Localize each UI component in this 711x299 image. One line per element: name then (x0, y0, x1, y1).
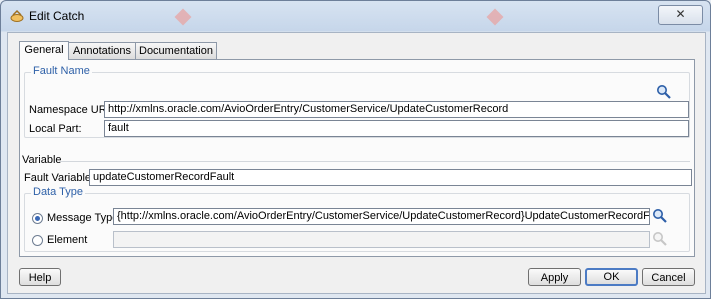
message-type-radio[interactable] (32, 213, 43, 224)
message-type-label: Message Type (47, 212, 119, 224)
window-title: Edit Catch (29, 9, 85, 23)
ok-button[interactable]: OK (585, 268, 638, 286)
title-bar[interactable]: Edit Catch ✕ (1, 1, 710, 31)
message-type-field[interactable]: {http://xmlns.oracle.com/AvioOrderEntry/… (113, 208, 650, 225)
message-type-browse-icon[interactable] (652, 208, 668, 224)
general-panel: Fault Name Namespace URI: http://xmlns.o… (19, 59, 695, 257)
help-button[interactable]: Help (19, 268, 61, 286)
data-type-group-label: Data Type (31, 186, 85, 198)
edit-catch-dialog: Edit Catch ✕ General Annotations Documen… (0, 0, 711, 299)
tab-documentation[interactable]: Documentation (135, 42, 217, 59)
local-part-label: Local Part: (29, 123, 82, 135)
element-field[interactable] (113, 231, 650, 248)
element-browse-icon[interactable] (652, 231, 668, 247)
local-part-field[interactable]: fault (104, 120, 689, 137)
fault-variable-label: Fault Variable: (24, 172, 95, 184)
tab-general[interactable]: General (19, 41, 69, 60)
namespace-uri-label: Namespace URI: (29, 104, 113, 116)
background-diamond-icon (486, 8, 504, 26)
namespace-uri-field[interactable]: http://xmlns.oracle.com/AvioOrderEntry/C… (104, 101, 689, 118)
element-radio[interactable] (32, 235, 43, 246)
close-button[interactable]: ✕ (658, 5, 703, 25)
variable-section-label: Variable (22, 154, 62, 166)
element-label: Element (47, 234, 88, 246)
background-diamond-icon (174, 8, 192, 26)
fault-variable-field[interactable]: updateCustomerRecordFault (89, 169, 692, 186)
fault-name-group-label: Fault Name (31, 65, 92, 77)
cancel-button[interactable]: Cancel (642, 268, 695, 286)
search-icon[interactable] (656, 84, 672, 100)
close-icon: ✕ (675, 7, 686, 21)
dialog-body: General Annotations Documentation Fault … (7, 32, 706, 294)
catch-icon (10, 9, 24, 23)
apply-button[interactable]: Apply (528, 268, 581, 286)
variable-divider (60, 161, 690, 162)
tab-annotations[interactable]: Annotations (68, 42, 136, 59)
